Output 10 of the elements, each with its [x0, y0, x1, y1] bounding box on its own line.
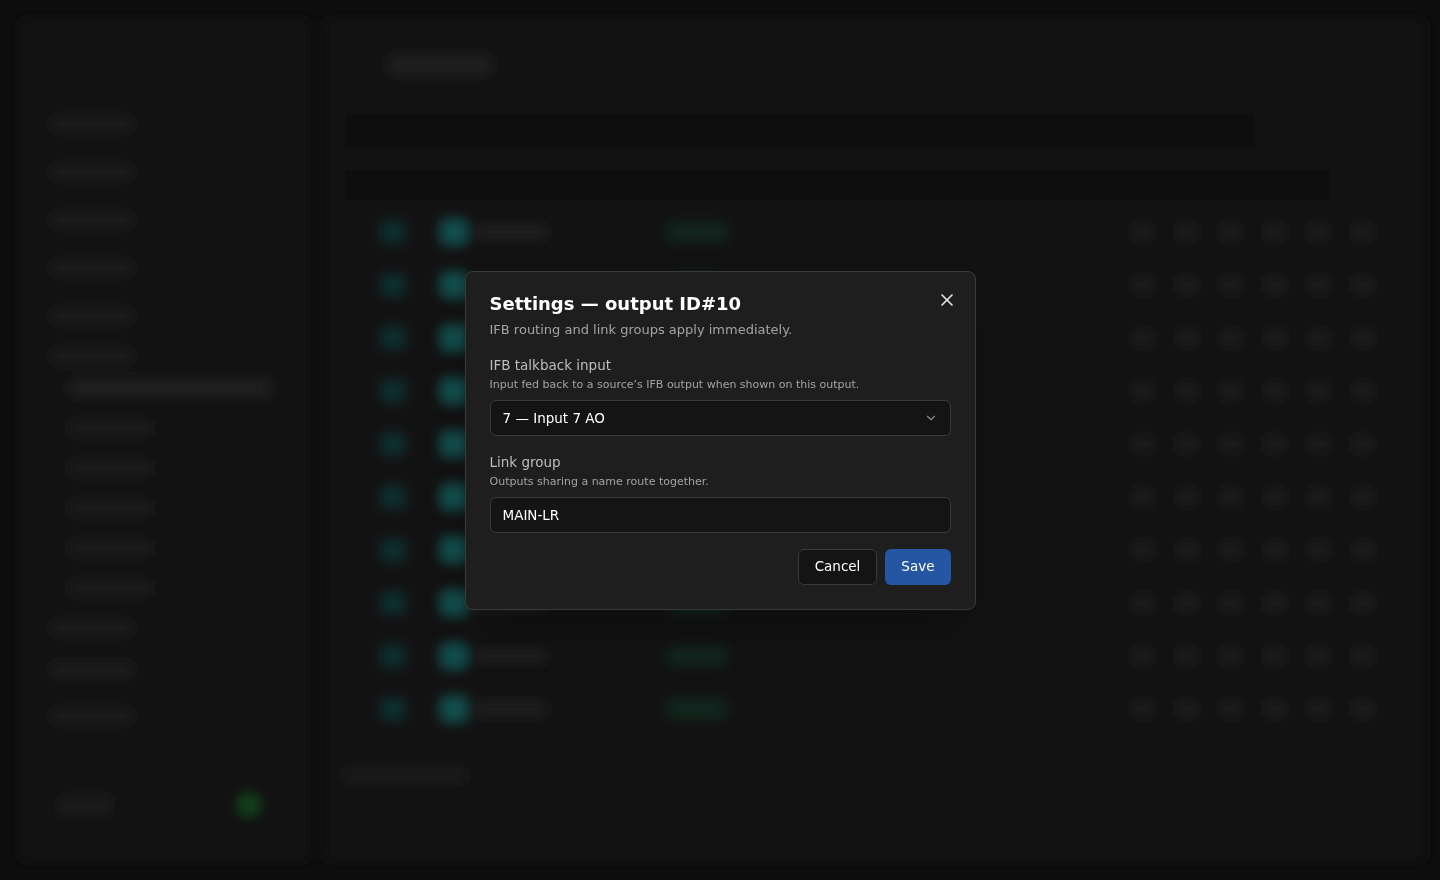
input-field[interactable]: MAIN-LR — [489, 496, 951, 533]
field-hint: Outputs sharing a name route together. — [489, 474, 710, 490]
dialog-title: Settings — output ID#10 — [489, 291, 743, 316]
select-field[interactable]: 7 — Input 7 AO — [489, 399, 951, 436]
field-hint: Input fed back to a source’s IFB output when shown on this output. — [489, 377, 861, 394]
field-label: IFB talkback input — [489, 356, 613, 375]
dialog-description: IFB routing and link groups apply immediately. — [489, 320, 794, 339]
save-button[interactable]: Save — [885, 548, 951, 585]
field-label: Link group — [489, 452, 562, 472]
cancel-button[interactable]: Cancel — [797, 548, 878, 585]
